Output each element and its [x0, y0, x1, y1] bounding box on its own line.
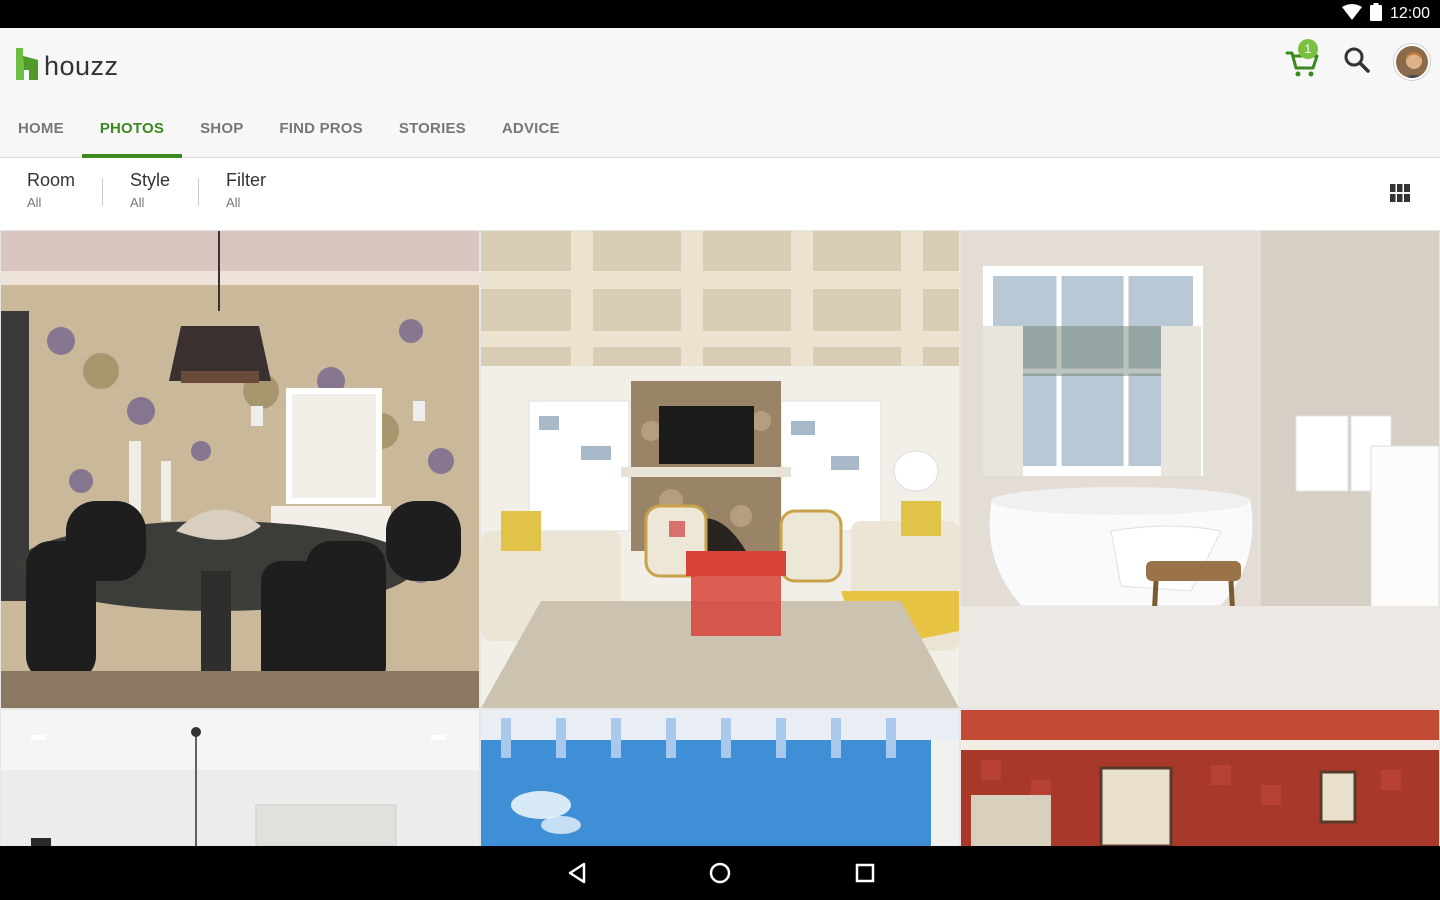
photo-tile-white-room[interactable]: [1, 710, 479, 846]
wifi-icon: [1341, 3, 1362, 25]
photo-tile-living-room[interactable]: [481, 231, 959, 708]
more-filter-value: All: [226, 195, 241, 210]
cart-button[interactable]: 1: [1284, 39, 1320, 80]
filter-divider: [198, 178, 199, 206]
style-filter-label: Style: [130, 170, 171, 190]
tab-stories[interactable]: STORIES: [381, 100, 484, 158]
photo-tile-pergola[interactable]: [481, 710, 959, 846]
back-icon[interactable]: [564, 860, 590, 886]
style-filter[interactable]: Style All: [130, 170, 170, 210]
status-time: 12:00: [1389, 5, 1430, 22]
cart-icon: [1284, 51, 1320, 84]
filter-divider: [102, 178, 103, 206]
more-filter[interactable]: Filter All: [226, 170, 266, 210]
photo-grid: [0, 230, 1440, 846]
photo-tile-bathroom[interactable]: [961, 231, 1439, 708]
more-filter-label: Filter: [226, 170, 266, 190]
room-filter-value: All: [27, 195, 42, 210]
tab-find-pros[interactable]: FIND PROS: [261, 100, 380, 158]
app-bar: houzz 1 HOME PHOTOS SHOP FIND PROS STORI…: [0, 28, 1440, 158]
status-bar: 12:00: [0, 0, 1440, 28]
search-icon[interactable]: [1342, 45, 1372, 80]
user-avatar[interactable]: [1394, 44, 1430, 80]
style-filter-value: All: [130, 195, 145, 210]
home-icon[interactable]: [707, 860, 733, 886]
app-name: houzz: [44, 51, 119, 81]
filter-bar: Room All Style All Filter All: [0, 158, 1440, 228]
houzz-logo[interactable]: houzz: [16, 48, 119, 85]
tab-advice[interactable]: ADVICE: [484, 100, 578, 158]
nav-tabs: HOME PHOTOS SHOP FIND PROS STORIES ADVIC…: [0, 100, 578, 158]
room-filter-label: Room: [27, 170, 76, 190]
houzz-logo-icon: [16, 48, 38, 85]
header-actions: 1: [1284, 39, 1430, 80]
photo-tile-dining-room[interactable]: [1, 231, 479, 708]
grid-view-icon[interactable]: [1390, 184, 1410, 202]
room-filter[interactable]: Room All: [27, 170, 75, 210]
photo-tile-red-room[interactable]: [961, 710, 1439, 846]
recents-icon[interactable]: [852, 860, 878, 886]
system-nav-bar: [0, 846, 1440, 900]
cart-count-badge: 1: [1298, 39, 1318, 59]
battery-icon: [1369, 2, 1382, 26]
status-icons: 12:00: [1341, 2, 1430, 26]
tab-photos[interactable]: PHOTOS: [81, 100, 183, 158]
tab-shop[interactable]: SHOP: [182, 100, 261, 158]
tab-home[interactable]: HOME: [0, 100, 82, 158]
